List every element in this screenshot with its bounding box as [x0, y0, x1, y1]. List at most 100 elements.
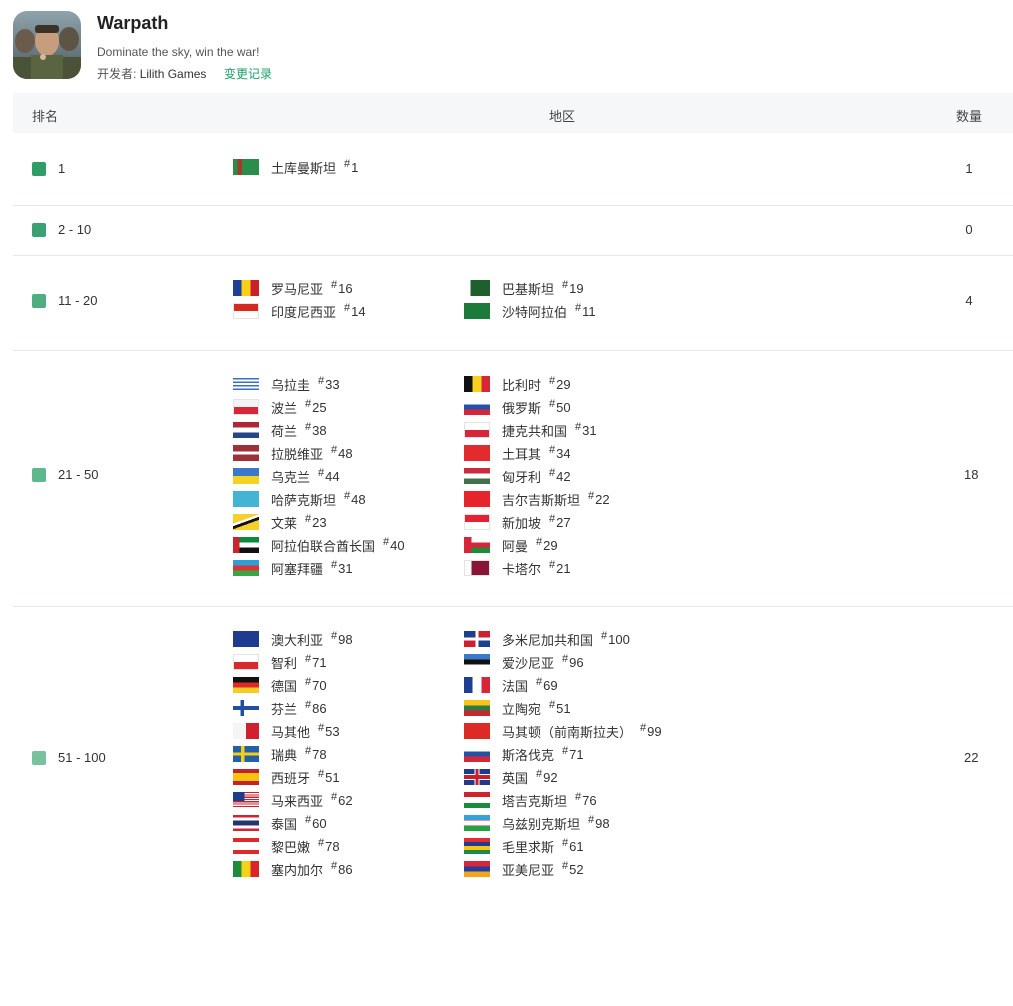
hash-symbol: #	[536, 675, 543, 688]
country-item[interactable]: 泰国 #60	[233, 814, 327, 832]
country-item[interactable]: 乌克兰 #44	[233, 467, 340, 485]
country-name: 阿塞拜疆	[271, 561, 324, 577]
country-rank-value: 23	[312, 514, 327, 530]
country-item[interactable]: 捷克共和国 #31	[464, 421, 597, 439]
country-item[interactable]: 英国 #92	[464, 768, 558, 786]
country-item[interactable]: 土库曼斯坦 #1	[233, 158, 358, 176]
flag-icon	[233, 159, 259, 175]
country-rank: #96	[562, 652, 584, 670]
flag-icon	[233, 746, 259, 762]
country-name: 沙特阿拉伯	[502, 304, 568, 320]
flag-icon	[464, 769, 490, 785]
app-icon[interactable]	[13, 11, 81, 79]
country-item[interactable]: 亚美尼亚 #52	[464, 860, 584, 878]
flag-icon	[233, 514, 259, 530]
country-item[interactable]: 荷兰 #38	[233, 421, 327, 439]
country-item[interactable]: 智利 #71	[233, 653, 327, 671]
country-item[interactable]: 爱沙尼亚 #96	[464, 653, 584, 671]
hash-symbol: #	[549, 558, 556, 571]
hash-symbol: #	[588, 813, 595, 826]
country-item[interactable]: 阿曼 #29	[464, 536, 558, 554]
country-item[interactable]: 西班牙 #51	[233, 768, 340, 786]
country-item[interactable]: 巴基斯坦 #19	[464, 279, 584, 297]
rank-color-square	[32, 467, 46, 482]
country-item[interactable]: 文莱 #23	[233, 513, 327, 531]
flag-icon	[464, 491, 490, 507]
country-name: 亚美尼亚	[502, 862, 555, 878]
country-rank: #34	[549, 444, 571, 461]
flag-icon	[233, 654, 259, 670]
country-rank: #40	[383, 536, 405, 553]
country-rank-value: 78	[312, 746, 327, 762]
country-name: 德国	[271, 678, 298, 694]
country-item[interactable]: 乌兹别克斯坦 #98	[464, 814, 610, 832]
country-rank-value: 51	[325, 769, 340, 785]
rank-cell: 21 - 50	[32, 467, 98, 482]
country-item[interactable]: 芬兰 #86	[233, 699, 327, 717]
country-rank-value: 62	[338, 792, 353, 808]
hash-symbol: #	[305, 420, 312, 433]
changelog-link[interactable]: 变更记录	[224, 65, 272, 82]
country-item[interactable]: 沙特阿拉伯 #11	[464, 302, 596, 320]
country-rank: #100	[601, 630, 630, 647]
hash-symbol: #	[549, 374, 556, 387]
country-name: 泰国	[271, 816, 298, 832]
country-item[interactable]: 哈萨克斯坦 #48	[233, 490, 366, 508]
country-item[interactable]: 塞内加尔 #86	[233, 860, 353, 878]
country-item[interactable]: 斯洛伐克 #71	[464, 745, 584, 763]
country-item[interactable]: 马其顿（前南斯拉夫） #99	[464, 722, 662, 740]
country-item[interactable]: 比利时 #29	[464, 375, 571, 393]
country-item[interactable]: 卡塔尔 #21	[464, 559, 571, 577]
flag-icon	[464, 399, 490, 415]
country-item[interactable]: 阿塞拜疆 #31	[233, 559, 353, 577]
country-rank-value: 76	[582, 792, 597, 808]
country-rank-value: 98	[595, 815, 610, 831]
country-item[interactable]: 乌拉圭 #33	[233, 375, 340, 393]
country-item[interactable]: 法国 #69	[464, 676, 558, 694]
country-item[interactable]: 土耳其 #34	[464, 444, 571, 462]
flag-icon	[464, 376, 490, 392]
country-rank: #19	[562, 279, 584, 296]
country-item[interactable]: 黎巴嫩 #78	[233, 837, 340, 855]
country-item[interactable]: 塔吉克斯坦 #76	[464, 791, 597, 809]
country-item[interactable]: 多米尼加共和国 #100	[464, 630, 630, 648]
country-name: 塞内加尔	[271, 862, 324, 878]
country-item[interactable]: 匈牙利 #42	[464, 467, 571, 485]
hash-symbol: #	[562, 652, 569, 665]
country-item[interactable]: 立陶宛 #51	[464, 699, 571, 717]
country-rank-value: 71	[569, 746, 584, 762]
country-item[interactable]: 罗马尼亚 #16	[233, 279, 353, 297]
country-rank: #51	[318, 768, 340, 785]
developer-name: Lilith Games	[139, 67, 207, 81]
country-rank: #22	[588, 490, 610, 507]
flag-icon	[233, 815, 259, 831]
country-item[interactable]: 吉尔吉斯斯坦 #22	[464, 490, 610, 508]
flag-icon	[464, 723, 490, 739]
count-cell: 0	[965, 222, 973, 237]
country-item[interactable]: 俄罗斯 #50	[464, 398, 571, 416]
table-row: 21 - 50 18 乌拉圭 #33 波兰 #25 荷兰 #38 拉脱维亚 #48 乌克兰 #44 哈萨…	[13, 350, 1013, 607]
country-item[interactable]: 阿拉伯联合酋长国 #40	[233, 536, 405, 554]
country-item[interactable]: 新加坡 #27	[464, 513, 571, 531]
rank-cell: 1	[32, 161, 65, 176]
country-item[interactable]: 波兰 #25	[233, 398, 327, 416]
country-item[interactable]: 马来西亚 #62	[233, 791, 353, 809]
rank-color-square	[32, 222, 46, 237]
country-rank: #11	[575, 302, 596, 319]
hash-symbol: #	[344, 301, 351, 314]
hash-symbol: #	[575, 420, 582, 433]
country-item[interactable]: 澳大利亚 #98	[233, 630, 353, 648]
country-rank: #62	[331, 791, 353, 808]
country-rank-value: 52	[569, 861, 584, 877]
country-item[interactable]: 马其他 #53	[233, 722, 340, 740]
country-name: 波兰	[271, 400, 298, 416]
country-name: 荷兰	[271, 423, 298, 439]
country-item[interactable]: 拉脱维亚 #48	[233, 444, 353, 462]
country-rank-value: 98	[338, 631, 353, 647]
country-rank-value: 71	[312, 654, 327, 670]
country-item[interactable]: 毛里求斯 #61	[464, 837, 584, 855]
country-item[interactable]: 德国 #70	[233, 676, 327, 694]
country-item[interactable]: 印度尼西亚 #14	[233, 302, 366, 320]
country-rank: #98	[588, 813, 610, 831]
country-item[interactable]: 瑞典 #78	[233, 745, 327, 763]
